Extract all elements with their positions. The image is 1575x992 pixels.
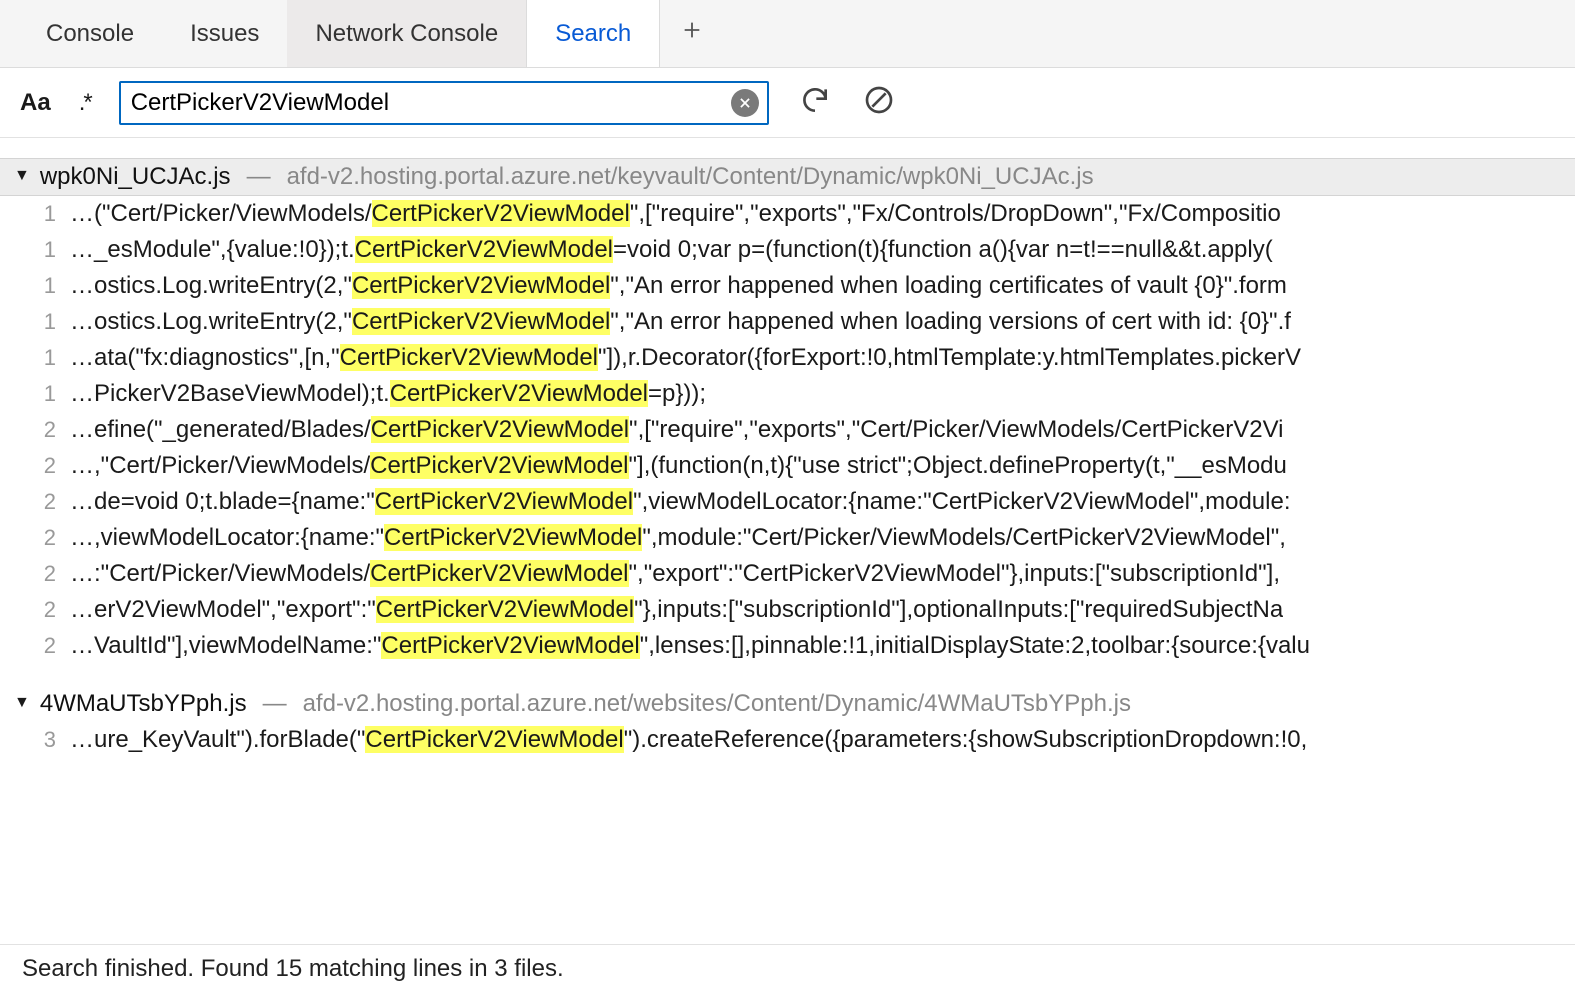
- match-snippet: …,viewModelLocator:{name:"CertPickerV2Vi…: [70, 524, 1286, 552]
- match-row[interactable]: 1 …ata("fx:diagnostics",[n,"CertPickerV2V…: [0, 340, 1575, 376]
- plus-icon: [681, 19, 703, 48]
- tab-bar: Console Issues Network Console Search: [0, 0, 1575, 68]
- file-separator: —: [241, 163, 277, 191]
- match-row[interactable]: 2 …VaultId"],viewModelName:"CertPickerV2V…: [0, 628, 1575, 664]
- refresh-icon: [799, 84, 831, 122]
- search-input-container: [119, 81, 769, 125]
- match-snippet: …efine("_generated/Blades/CertPickerV2Vi…: [70, 416, 1284, 444]
- match-highlight: CertPickerV2ViewModel: [355, 236, 613, 263]
- match-highlight: CertPickerV2ViewModel: [384, 524, 642, 551]
- match-row[interactable]: 2 …,viewModelLocator:{name:"CertPickerV2V…: [0, 520, 1575, 556]
- file-header[interactable]: ▼ wpk0Ni_UCJAc.js — afd-v2.hosting.portal.a…: [0, 158, 1575, 196]
- match-row[interactable]: 1 …_esModule",{value:!0});t.CertPickerV2V…: [0, 232, 1575, 268]
- match-row[interactable]: 2 …:"Cert/Picker/ViewModels/CertPickerV2V…: [0, 556, 1575, 592]
- file-separator: —: [257, 690, 293, 718]
- match-highlight: CertPickerV2ViewModel: [371, 416, 629, 443]
- line-number: 1: [22, 273, 56, 299]
- tab-label: Search: [555, 20, 631, 48]
- line-number: 2: [22, 561, 56, 587]
- clear-results-button[interactable]: [861, 85, 897, 121]
- match-snippet: …de=void 0;t.blade={name:"CertPickerV2Vi…: [70, 488, 1290, 516]
- line-number: 1: [22, 381, 56, 407]
- case-sensitive-toggle[interactable]: Aa: [20, 89, 51, 117]
- line-number: 1: [22, 201, 56, 227]
- tab-label: Issues: [190, 20, 259, 48]
- match-snippet: …("Cert/Picker/ViewModels/CertPickerV2Vi…: [70, 200, 1281, 228]
- match-highlight: CertPickerV2ViewModel: [365, 726, 623, 753]
- search-toolbar: Aa .*: [0, 68, 1575, 138]
- tab-issues[interactable]: Issues: [162, 0, 287, 67]
- match-row[interactable]: 2 …de=void 0;t.blade={name:"CertPickerV2V…: [0, 484, 1575, 520]
- tab-console[interactable]: Console: [18, 0, 162, 67]
- line-number: 1: [22, 345, 56, 371]
- chevron-down-icon: ▼: [14, 167, 30, 185]
- match-snippet: …_esModule",{value:!0});t.CertPickerV2Vi…: [70, 236, 1273, 264]
- match-highlight: CertPickerV2ViewModel: [352, 272, 610, 299]
- tab-search[interactable]: Search: [526, 0, 660, 67]
- line-number: 1: [22, 309, 56, 335]
- close-icon: [738, 90, 752, 116]
- match-row[interactable]: 1 …ostics.Log.writeEntry(2,"CertPickerV2V…: [0, 304, 1575, 340]
- match-row[interactable]: 2 …efine("_generated/Blades/CertPickerV2V…: [0, 412, 1575, 448]
- match-highlight: CertPickerV2ViewModel: [370, 452, 628, 479]
- match-snippet: …ostics.Log.writeEntry(2,"CertPickerV2Vi…: [70, 308, 1291, 336]
- match-snippet: …:"Cert/Picker/ViewModels/CertPickerV2Vi…: [70, 560, 1280, 588]
- line-number: 2: [22, 489, 56, 515]
- tab-label: Console: [46, 20, 134, 48]
- match-highlight: CertPickerV2ViewModel: [340, 344, 598, 371]
- line-number: 1: [22, 237, 56, 263]
- line-number: 2: [22, 597, 56, 623]
- tab-add[interactable]: [660, 0, 724, 67]
- file-name: wpk0Ni_UCJAc.js: [40, 163, 231, 191]
- status-bar: Search finished. Found 15 matching lines…: [0, 944, 1575, 992]
- clear-search-button[interactable]: [731, 89, 759, 117]
- match-highlight: CertPickerV2ViewModel: [390, 380, 648, 407]
- match-row[interactable]: 2 …,"Cert/Picker/ViewModels/CertPickerV2V…: [0, 448, 1575, 484]
- match-row[interactable]: 3 …ure_KeyVault").forBlade("CertPickerV2V…: [0, 722, 1575, 758]
- match-highlight: CertPickerV2ViewModel: [352, 308, 610, 335]
- match-highlight: CertPickerV2ViewModel: [376, 596, 634, 623]
- match-highlight: CertPickerV2ViewModel: [381, 632, 639, 659]
- match-highlight: CertPickerV2ViewModel: [375, 488, 633, 515]
- match-snippet: …erV2ViewModel","export":"CertPickerV2Vi…: [70, 596, 1283, 624]
- match-row[interactable]: 1 …PickerV2BaseViewModel);t.CertPickerV2V…: [0, 376, 1575, 412]
- regex-toggle[interactable]: .*: [79, 89, 91, 117]
- file-path: afd-v2.hosting.portal.azure.net/websites…: [303, 690, 1131, 718]
- match-row[interactable]: 1 …("Cert/Picker/ViewModels/CertPickerV2V…: [0, 196, 1575, 232]
- match-snippet: …VaultId"],viewModelName:"CertPickerV2Vi…: [70, 632, 1310, 660]
- line-number: 2: [22, 525, 56, 551]
- line-number: 3: [22, 727, 56, 753]
- file-header[interactable]: ▼ 4WMaUTsbYPph.js — afd-v2.hosting.portal.a…: [0, 686, 1575, 722]
- cancel-icon: [863, 84, 895, 122]
- match-snippet: …PickerV2BaseViewModel);t.CertPickerV2Vi…: [70, 380, 706, 408]
- refresh-button[interactable]: [797, 85, 833, 121]
- status-text: Search finished. Found 15 matching lines…: [22, 955, 564, 983]
- match-row[interactable]: 1 …ostics.Log.writeEntry(2,"CertPickerV2V…: [0, 268, 1575, 304]
- match-highlight: CertPickerV2ViewModel: [372, 200, 630, 227]
- tab-label: Network Console: [315, 20, 498, 48]
- file-path: afd-v2.hosting.portal.azure.net/keyvault…: [287, 163, 1094, 191]
- match-snippet: …ostics.Log.writeEntry(2,"CertPickerV2Vi…: [70, 272, 1287, 300]
- search-results: ▼ wpk0Ni_UCJAc.js — afd-v2.hosting.portal.a…: [0, 138, 1575, 944]
- match-row[interactable]: 2 …erV2ViewModel","export":"CertPickerV2V…: [0, 592, 1575, 628]
- match-snippet: …,"Cert/Picker/ViewModels/CertPickerV2Vi…: [70, 452, 1287, 480]
- chevron-down-icon: ▼: [14, 694, 30, 712]
- match-snippet: …ure_KeyVault").forBlade("CertPickerV2Vi…: [70, 726, 1307, 754]
- line-number: 2: [22, 417, 56, 443]
- search-input[interactable]: [121, 83, 731, 123]
- file-name: 4WMaUTsbYPph.js: [40, 690, 247, 718]
- line-number: 2: [22, 633, 56, 659]
- match-highlight: CertPickerV2ViewModel: [370, 560, 628, 587]
- match-snippet: …ata("fx:diagnostics",[n,"CertPickerV2Vi…: [70, 344, 1301, 372]
- tab-network-console[interactable]: Network Console: [287, 0, 526, 67]
- line-number: 2: [22, 453, 56, 479]
